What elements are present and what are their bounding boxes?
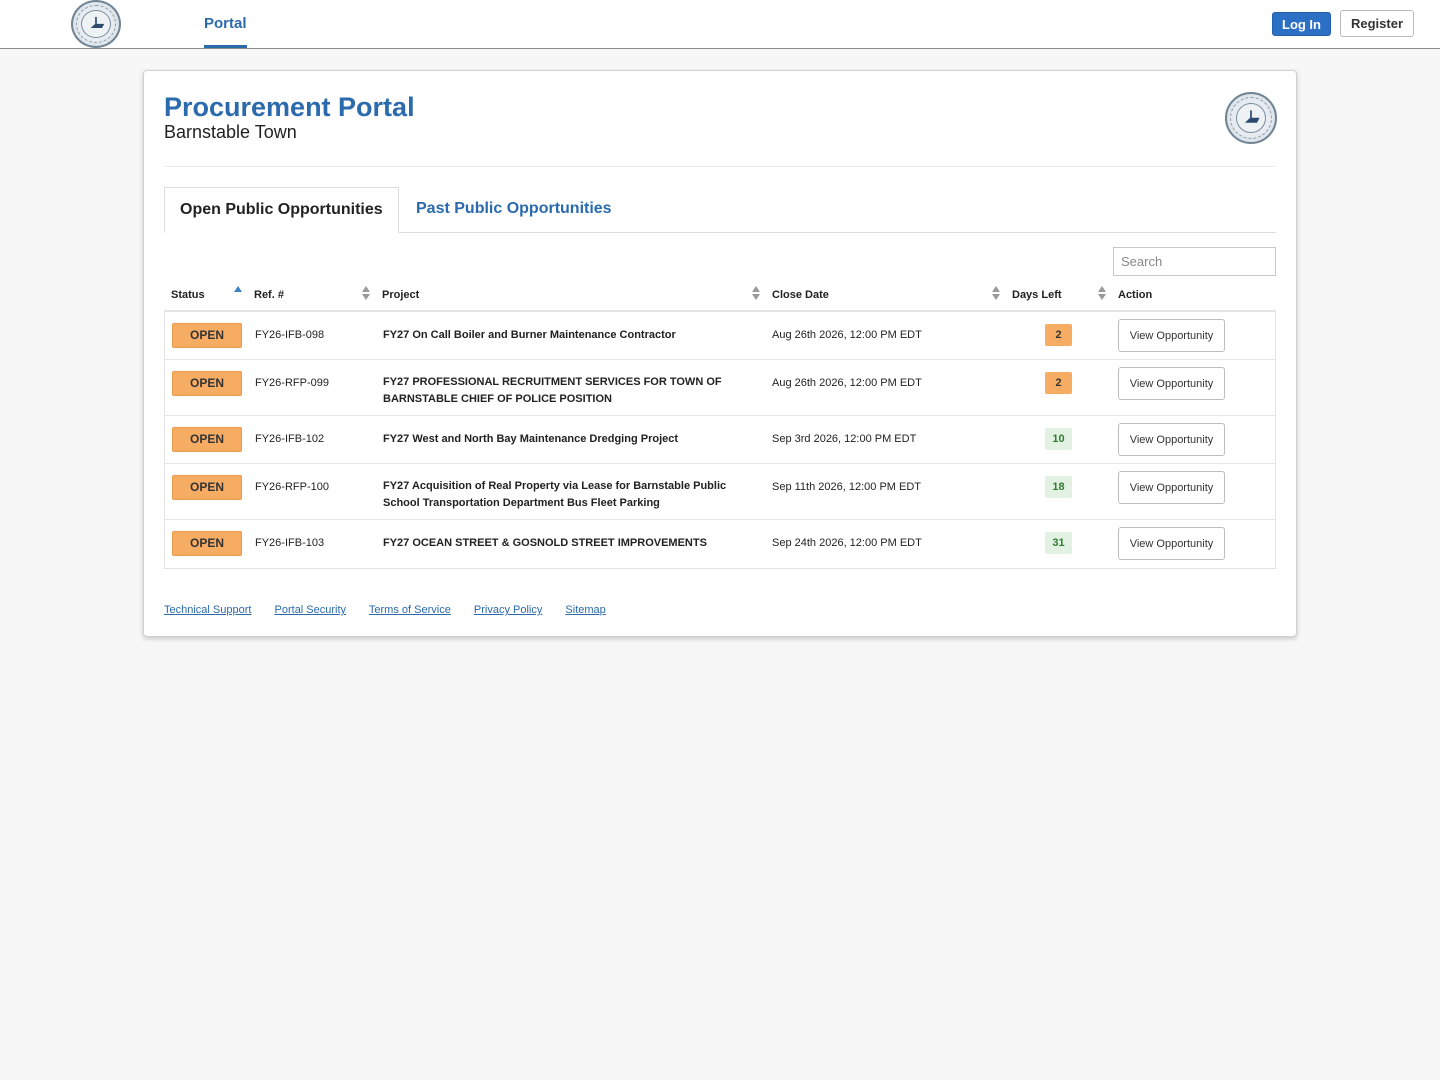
header-divider [164,166,1276,167]
ref-number: FY26-IFB-103 [255,537,325,549]
project-name: FY27 PROFESSIONAL RECRUITMENT SERVICES F… [383,376,722,405]
days-left-badge: 18 [1045,476,1072,498]
column-header-days-left[interactable]: Days Left [1012,289,1062,301]
footer-links: Technical Support Portal Security Terms … [164,604,626,616]
sort-icon[interactable] [992,286,1000,302]
status-badge: OPEN [172,371,242,396]
project-name: FY27 On Call Boiler and Burner Maintenan… [383,329,676,341]
column-header-action: Action [1118,289,1153,301]
table-row: OPEN FY26-IFB-103 FY27 OCEAN STREET & GO… [165,520,1275,568]
footer-link-terms-of-service[interactable]: Terms of Service [369,604,451,616]
sort-icon[interactable] [752,286,760,302]
login-button[interactable]: Log In [1272,12,1331,36]
table-row: OPEN FY26-IFB-098 FY27 On Call Boiler an… [165,312,1275,360]
opportunities-table: Status Ref. # Project Close Date Days Le… [164,283,1276,569]
days-left-badge: 10 [1045,428,1072,450]
footer-link-privacy-policy[interactable]: Privacy Policy [474,604,542,616]
view-opportunity-button[interactable]: View Opportunity [1118,423,1225,456]
status-badge: OPEN [172,323,242,348]
ref-number: FY26-RFP-100 [255,481,329,493]
table-header: Status Ref. # Project Close Date Days Le… [164,283,1276,312]
close-date: Aug 26th 2026, 12:00 PM EDT [772,377,922,389]
close-date: Sep 3rd 2026, 12:00 PM EDT [772,433,917,445]
close-date: Sep 11th 2026, 12:00 PM EDT [772,481,921,493]
view-opportunity-button[interactable]: View Opportunity [1118,319,1225,352]
footer-link-portal-security[interactable]: Portal Security [275,604,347,616]
column-header-project[interactable]: Project [382,289,419,301]
column-header-close-date[interactable]: Close Date [772,289,829,301]
town-seal-image [1225,92,1277,144]
days-left-badge: 2 [1045,324,1072,346]
view-opportunity-button[interactable]: View Opportunity [1118,367,1225,400]
page-title: Procurement Portal [164,92,415,122]
view-opportunity-button[interactable]: View Opportunity [1118,471,1225,504]
status-badge: OPEN [172,427,242,452]
project-name: FY27 West and North Bay Maintenance Dred… [383,433,679,445]
project-name: FY27 Acquisition of Real Property via Le… [383,480,727,509]
nav-tab-portal[interactable]: Portal [204,0,247,48]
top-navbar: Portal Log In Register [0,0,1440,49]
footer-link-sitemap[interactable]: Sitemap [565,604,605,616]
close-date: Aug 26th 2026, 12:00 PM EDT [772,329,922,341]
tab-past-opportunities[interactable]: Past Public Opportunities [416,187,612,233]
register-button[interactable]: Register [1340,10,1414,37]
column-header-status[interactable]: Status [171,289,205,301]
ref-number: FY26-IFB-102 [255,433,325,445]
main-card: Procurement Portal Barnstable Town Open … [143,70,1297,637]
status-badge: OPEN [172,475,242,500]
table-row: OPEN FY26-IFB-102 FY27 West and North Ba… [165,416,1275,464]
footer-link-technical-support[interactable]: Technical Support [164,604,251,616]
days-left-badge: 2 [1045,372,1072,394]
days-left-badge: 31 [1045,532,1072,554]
town-seal-logo[interactable] [71,0,121,48]
ref-number: FY26-IFB-098 [255,329,325,341]
status-badge: OPEN [172,531,242,556]
sort-icon[interactable] [362,286,370,302]
ref-number: FY26-RFP-099 [255,377,329,389]
column-header-ref[interactable]: Ref. # [254,289,284,301]
page-subtitle: Barnstable Town [164,122,297,142]
close-date: Sep 24th 2026, 12:00 PM EDT [772,537,922,549]
view-opportunity-button[interactable]: View Opportunity [1118,527,1225,560]
sort-asc-icon[interactable] [234,286,242,302]
project-name: FY27 OCEAN STREET & GOSNOLD STREET IMPRO… [383,537,707,549]
table-row: OPEN FY26-RFP-100 FY27 Acquisition of Re… [165,464,1275,520]
search-input[interactable] [1113,247,1276,276]
tab-open-opportunities[interactable]: Open Public Opportunities [164,187,399,233]
sort-icon[interactable] [1098,286,1106,302]
table-row: OPEN FY26-RFP-099 FY27 PROFESSIONAL RECR… [165,360,1275,416]
table-body: OPEN FY26-IFB-098 FY27 On Call Boiler an… [164,312,1276,569]
opportunity-tabs: Open Public Opportunities Past Public Op… [164,187,1276,233]
